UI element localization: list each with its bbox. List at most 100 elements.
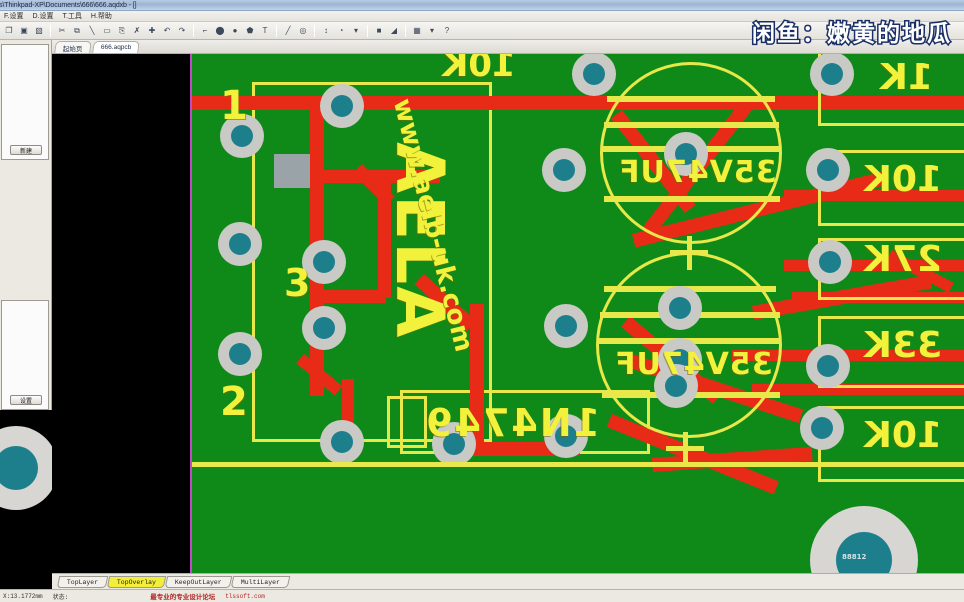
measure-icon[interactable]: ╱ bbox=[281, 24, 295, 38]
layer-tab-keepoutlayer-label: KeepOutLayer bbox=[175, 578, 223, 585]
silk-res-2-value: 10K bbox=[864, 159, 942, 200]
pad-6[interactable] bbox=[302, 306, 346, 350]
dimension-icon[interactable]: ↕ bbox=[319, 24, 333, 38]
new-button[interactable]: 新建 bbox=[10, 145, 42, 155]
copy-icon[interactable]: ⧉ bbox=[70, 24, 84, 38]
pad-res-1a[interactable] bbox=[810, 54, 854, 96]
left-dock-panel: 新建 设置 bbox=[0, 40, 58, 602]
toolbar-separator bbox=[367, 24, 368, 37]
watermark-top-banner: 闲鱼：嫩黄的地瓜 bbox=[751, 20, 952, 49]
delete-icon[interactable]: ✗ bbox=[130, 24, 144, 38]
toolbar-separator bbox=[405, 24, 406, 37]
layer-tab-multilayer-label: MultiLayer bbox=[241, 578, 281, 585]
silk-pin-2: 2 bbox=[220, 379, 248, 425]
grid-dropdown-icon[interactable]: ▾ bbox=[425, 24, 439, 38]
pad-2[interactable] bbox=[218, 222, 262, 266]
toolbar-separator bbox=[193, 24, 194, 37]
tab-start-page-label: 起始页 bbox=[62, 45, 83, 53]
layer-tab-strip: TopLayer TopOverlay KeepOutLayer MultiLa… bbox=[52, 573, 964, 589]
application-window: C:\Users\Thinkpad-XP\Documents\666\666.a… bbox=[0, 0, 964, 602]
cut-icon[interactable]: ✂ bbox=[55, 24, 69, 38]
via-tool-icon[interactable]: ● bbox=[228, 24, 242, 38]
pcb-canvas[interactable]: 88812 1 3 2 AELA www.aelb-uk.com 1N4749 … bbox=[52, 54, 964, 573]
target-icon[interactable]: ◎ bbox=[296, 24, 310, 38]
menu-item-file[interactable]: F.设置 bbox=[4, 11, 23, 21]
silk-diode-label: 1N4749 bbox=[424, 401, 601, 445]
status-ad-url[interactable]: tlssoft.com bbox=[225, 593, 265, 600]
status-bar: X:13.1772mm 状态: 最专业的专业设计论坛 tlssoft.com bbox=[0, 589, 964, 602]
cap-bottom-plus-v bbox=[683, 432, 688, 466]
silk-res-1-value: 1K bbox=[880, 57, 933, 98]
window-title: C:\Users\Thinkpad-XP\Documents\666\666.a… bbox=[0, 1, 137, 9]
menu-item-help[interactable]: H.帮助 bbox=[91, 11, 112, 21]
layer-tab-topoverlay[interactable]: TopOverlay bbox=[106, 575, 167, 588]
menu-item-design[interactable]: D.设置 bbox=[32, 11, 53, 21]
pad-mounting-hole[interactable] bbox=[810, 506, 918, 573]
tab-666-aqpcb-label: 666.aqpcb bbox=[100, 44, 131, 51]
layer-tab-toplayer-label: TopLayer bbox=[67, 578, 99, 585]
trace-h-3 bbox=[316, 290, 386, 303]
toolbar-separator bbox=[314, 24, 315, 37]
board-silk-bottom-edge bbox=[192, 462, 964, 467]
layer-color-icon[interactable]: ■ bbox=[372, 24, 386, 38]
rect-tool-icon[interactable]: ▭ bbox=[100, 24, 114, 38]
pad-7[interactable] bbox=[320, 420, 364, 464]
fill-icon[interactable]: ◢ bbox=[387, 24, 401, 38]
paste-icon[interactable]: ⎘ bbox=[115, 24, 129, 38]
left-panel-top: 新建 bbox=[1, 44, 49, 160]
layer-tab-topoverlay-label: TopOverlay bbox=[117, 578, 157, 585]
new-doc-icon[interactable]: ▧ bbox=[32, 24, 46, 38]
layer-tab-keepoutlayer[interactable]: KeepOutLayer bbox=[164, 575, 233, 588]
save-icon[interactable]: ▣ bbox=[17, 24, 31, 38]
track-tool-icon[interactable]: ⌐ bbox=[198, 24, 212, 38]
title-bar: C:\Users\Thinkpad-XP\Documents\666\666.a… bbox=[0, 0, 964, 11]
cap-top-plus-v bbox=[687, 236, 692, 270]
pad-cap-top-2[interactable] bbox=[658, 286, 702, 330]
silk-res-5-value: 10K bbox=[864, 415, 942, 456]
line-tool-icon[interactable]: ╲ bbox=[85, 24, 99, 38]
polygon-tool-icon[interactable]: ⬟ bbox=[243, 24, 257, 38]
settings-button[interactable]: 设置 bbox=[10, 395, 42, 405]
pad-3[interactable] bbox=[218, 332, 262, 376]
tab-666-aqpcb[interactable]: 666.aqpcb bbox=[91, 41, 140, 53]
add-icon[interactable]: ✚ bbox=[145, 24, 159, 38]
pad-res-2a[interactable] bbox=[806, 148, 850, 192]
pad-res-3a[interactable] bbox=[808, 240, 852, 284]
pad-11[interactable] bbox=[544, 304, 588, 348]
pad-12[interactable] bbox=[572, 54, 616, 96]
layer-tab-toplayer[interactable]: TopLayer bbox=[56, 575, 109, 588]
cap-top-stripe-2 bbox=[604, 122, 779, 128]
arc-tool-icon[interactable]: ◔ bbox=[334, 24, 348, 38]
undo-icon[interactable]: ↶ bbox=[160, 24, 174, 38]
pad-res-4a[interactable] bbox=[806, 344, 850, 388]
pad-label: 88812 bbox=[842, 553, 867, 561]
silk-res-3-value: 27K bbox=[864, 239, 942, 280]
canvas-empty-left bbox=[52, 54, 192, 573]
pcb-board: 88812 1 3 2 AELA www.aelb-uk.com 1N4749 … bbox=[192, 54, 964, 573]
tab-start-page[interactable]: 起始页 bbox=[54, 41, 92, 53]
toolbar-separator bbox=[50, 24, 51, 37]
redo-icon[interactable]: ↷ bbox=[175, 24, 189, 38]
menu-item-tools[interactable]: T.工具 bbox=[62, 11, 81, 21]
silk-res-4-value: 33K bbox=[864, 325, 942, 366]
silk-cap-bottom-label: 35V47UF bbox=[614, 347, 773, 382]
left-panel-bottom: 设置 bbox=[1, 300, 49, 410]
silk-cap-top-label: 35V47UF bbox=[618, 155, 777, 190]
open-icon[interactable]: ❐ bbox=[2, 24, 16, 38]
chevron-down-icon[interactable]: ▾ bbox=[349, 24, 363, 38]
layer-tab-multilayer[interactable]: MultiLayer bbox=[230, 575, 291, 588]
pad-res-5a[interactable] bbox=[800, 406, 844, 450]
status-ad-text: 最专业的专业设计论坛 bbox=[150, 593, 216, 601]
cap-top-stripe-4 bbox=[604, 196, 780, 202]
cap-top-stripe-1 bbox=[607, 96, 775, 102]
pad-tool-icon[interactable]: ⬤ bbox=[213, 24, 227, 38]
help-icon[interactable]: ? bbox=[440, 24, 454, 38]
silk-res-top-label: 10K bbox=[442, 54, 516, 85]
status-mode: 状态: bbox=[52, 593, 69, 601]
pad-4[interactable] bbox=[320, 84, 364, 128]
grid-icon[interactable]: ▦ bbox=[410, 24, 424, 38]
pad-10[interactable] bbox=[542, 148, 586, 192]
text-tool-icon[interactable]: T bbox=[258, 24, 272, 38]
component-outline-diode-cathode bbox=[387, 396, 427, 448]
silk-pin-1: 1 bbox=[220, 83, 248, 129]
